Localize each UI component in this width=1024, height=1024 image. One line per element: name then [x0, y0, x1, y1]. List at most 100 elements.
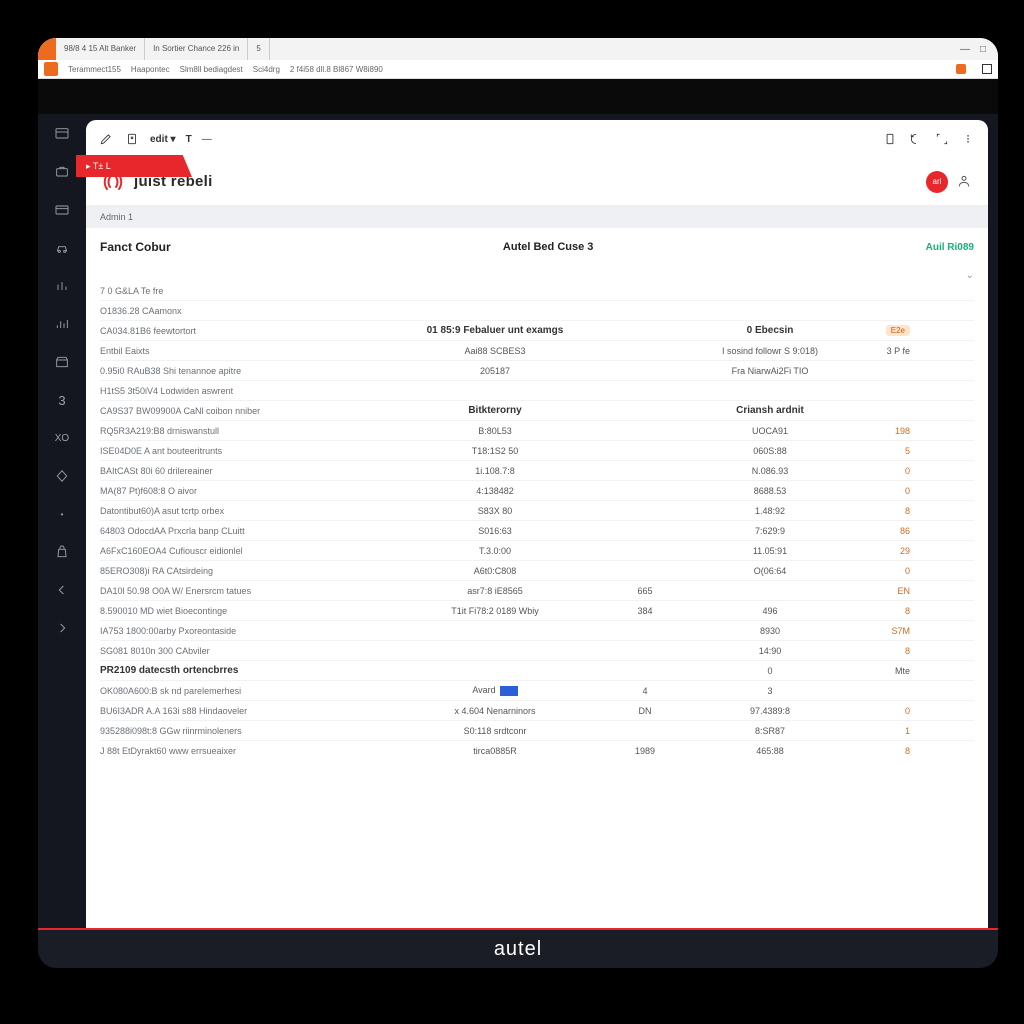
text-tool[interactable]: T: [186, 134, 192, 145]
footer: autel: [38, 928, 998, 968]
column-header: Criansh ardnit: [710, 405, 830, 416]
active-tab-indicator[interactable]: [38, 38, 56, 60]
cell: N.086.93: [710, 466, 830, 476]
footer-brand: autel: [494, 938, 542, 961]
address-bar: Terammect155 Haapontec Slm8ll bediagdest…: [38, 60, 998, 78]
row-label: DA10l 50.98 O0A W/ Enersrcm tatues: [100, 586, 410, 596]
sidebar-case-icon[interactable]: [53, 164, 71, 180]
browser-chrome: 98/8 4 15 Alt Banker In Sortier Chance 2…: [38, 38, 998, 79]
cell: B:80L53: [410, 426, 580, 436]
sidebar-xo-icon[interactable]: XO: [53, 430, 71, 446]
column-header: Bitkterorny: [410, 405, 580, 416]
row-label: BAItCASt 80i 60 drilereainer: [100, 466, 410, 476]
app-tab[interactable]: ▸ T± L: [76, 155, 192, 177]
cell: O(06:64: [710, 566, 830, 576]
cell: S016:63: [410, 526, 580, 536]
row-label: 935288i098t:8 GGw riinrminoleners: [100, 726, 410, 736]
browser-tab[interactable]: 5: [248, 38, 269, 60]
table-row: H1tS5 3t50iV4 Lodwiden aswrent: [100, 381, 974, 401]
sidebar-dashboard-icon[interactable]: [53, 126, 71, 142]
table-row: DA10l 50.98 O0A W/ Enersrcm tatuesasr7:8…: [100, 581, 974, 601]
chevron-down-icon[interactable]: ⌄: [100, 264, 974, 281]
table-row: BAItCASt 80i 60 drilereainer1i.108.7:8 N.…: [100, 461, 974, 481]
window-icon[interactable]: [982, 64, 992, 74]
addr-segment[interactable]: 2 f4i58 dll.8 Bl867 W8i890: [290, 65, 383, 74]
cell: 8: [830, 606, 910, 616]
status-dot-icon: [956, 64, 966, 74]
cell: T.3.0:00: [410, 546, 580, 556]
sidebar-bag-icon[interactable]: [53, 544, 71, 560]
row-label: 0.95i0 RAuB38 Shi tenannoe apitre: [100, 366, 410, 376]
cell: S0:118 srdtconr: [410, 726, 580, 736]
row-label: Datontibut60)A asut tcrtp orbex: [100, 506, 410, 516]
edit-dropdown[interactable]: edit ▾: [150, 134, 176, 145]
sidebar-number-icon[interactable]: 3: [53, 392, 71, 408]
table-row: BU6I3ADR A.A 163i s88 Hindaovelerx 4.604…: [100, 701, 974, 721]
row-label: CA034.81B6 feewtortort: [100, 326, 410, 336]
addr-segment[interactable]: Terammect155: [68, 65, 121, 74]
minimize-button[interactable]: —: [960, 44, 970, 55]
app-window: 98/8 4 15 Alt Banker In Sortier Chance 2…: [38, 38, 998, 968]
row-label: 7 0 G&LA Te fre: [100, 286, 410, 296]
device-icon[interactable]: [882, 131, 898, 147]
table-row: MA(87 Pt)f608:8 O aivor4:1384828688.530: [100, 481, 974, 501]
cell: I sosind followr S 9:018): [710, 346, 830, 356]
status-badge: Auil Ri089: [926, 242, 974, 253]
browser-tab[interactable]: 98/8 4 15 Alt Banker: [56, 38, 145, 60]
cell: T1it Fi78:2 0189 Wbiy: [410, 606, 580, 616]
dark-header-band: [38, 79, 998, 115]
row-label: 8.590010 MD wiet Bioecontinge: [100, 606, 410, 616]
addr-segment[interactable]: Sci4drg: [253, 65, 280, 74]
user-icon[interactable]: [956, 173, 974, 191]
sidebar-back-icon[interactable]: [53, 582, 71, 598]
table-row: J 88t EtDyrakt60 www errsueaixertirca088…: [100, 741, 974, 761]
addr-segment[interactable]: Haapontec: [131, 65, 170, 74]
table-row: CA034.81B6 feewtortort01 85:9 Febaluer u…: [100, 321, 974, 341]
sidebar-forward-icon[interactable]: [53, 620, 71, 636]
more-icon[interactable]: ⁝: [960, 131, 976, 147]
addr-segment[interactable]: Slm8ll bediagdest: [180, 65, 243, 74]
sidebar-report-icon[interactable]: [53, 316, 71, 332]
cell: 3 P fe: [830, 346, 910, 356]
row-label: MA(87 Pt)f608:8 O aivor: [100, 486, 410, 496]
table-row: OK080A600:B sk nd parelemerhesiAvard43: [100, 681, 974, 701]
bookmark-icon[interactable]: [124, 131, 140, 147]
cell: Mte: [830, 666, 910, 676]
breadcrumb[interactable]: Admin 1: [86, 206, 988, 228]
browser-tab[interactable]: In Sortier Chance 226 in: [145, 38, 248, 60]
row-label: A6FxC160EOA4 Cufiouscr eidionlel: [100, 546, 410, 556]
line-tool[interactable]: —: [202, 134, 212, 145]
notification-badge[interactable]: ari: [926, 171, 948, 193]
cell: asr7:8 iE8565: [410, 586, 580, 596]
cell: 0: [830, 466, 910, 476]
sidebar-store-icon[interactable]: [53, 354, 71, 370]
cell: 665: [580, 586, 710, 596]
app-body: 3 XO • edit ▾ T — ⁝: [38, 114, 998, 928]
column-header: 0 Ebecsin: [710, 325, 830, 336]
sidebar-vehicle-icon[interactable]: [53, 240, 71, 256]
content-area: Fanct Cobur Autel Bed Cuse 3 Auil Ri089 …: [86, 228, 988, 928]
cell: Avard: [410, 685, 580, 696]
maximize-button[interactable]: □: [980, 44, 986, 55]
expand-icon[interactable]: [934, 131, 950, 147]
table-row: 85ERO308)i RA CAtsirdeingA6t0:C808O(06:6…: [100, 561, 974, 581]
sidebar-card-icon[interactable]: [53, 202, 71, 218]
cell: EN: [830, 586, 910, 596]
badge: E2e: [886, 325, 910, 336]
cell: 8: [830, 506, 910, 516]
cell: UOCA91: [710, 426, 830, 436]
cell: x 4.604 Nenarninors: [410, 706, 580, 716]
pen-icon[interactable]: [98, 131, 114, 147]
cell: DN: [580, 706, 710, 716]
cell: 8930: [710, 626, 830, 636]
brand-bar: juist rebeli ari: [86, 158, 988, 206]
sidebar-diamond-icon[interactable]: [53, 468, 71, 484]
row-label: ISE04D0E A ant bouteeritrunts: [100, 446, 410, 456]
sidebar-dot-icon[interactable]: •: [53, 506, 71, 522]
sidebar-chart-icon[interactable]: [53, 278, 71, 294]
refresh-icon[interactable]: [908, 131, 924, 147]
column-header: 01 85:9 Febaluer unt examgs: [410, 325, 580, 336]
cell: 8:SR87: [710, 726, 830, 736]
cell: 060S:88: [710, 446, 830, 456]
cell: 1i.108.7:8: [410, 466, 580, 476]
